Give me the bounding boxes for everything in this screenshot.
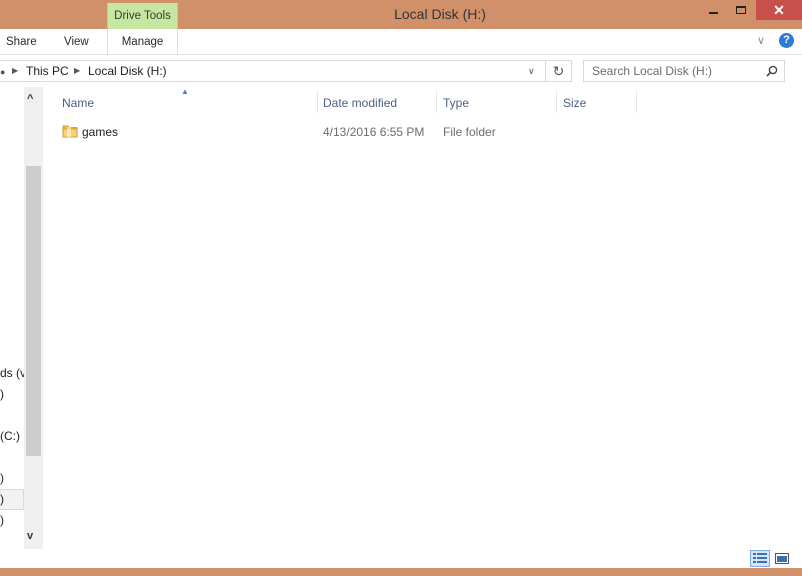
maximize-button[interactable] <box>727 0 754 20</box>
navigation-pane: ds (va ) (C:) ) ) ) ^ v <box>0 87 43 549</box>
sort-ascending-icon: ▲ <box>181 87 189 96</box>
breadcrumb-chevron-icon[interactable]: ▶ <box>12 66 18 75</box>
nav-item[interactable]: ) <box>0 492 4 506</box>
search-box[interactable]: Search Local Disk (H:) <box>583 60 785 82</box>
close-icon: ✕ <box>773 1 785 18</box>
scroll-down-icon[interactable]: v <box>27 530 33 542</box>
scroll-up-icon[interactable]: ^ <box>27 93 33 105</box>
large-icons-view-icon <box>775 553 789 564</box>
column-divider[interactable] <box>436 91 437 113</box>
folder-icon <box>62 125 78 138</box>
breadcrumb-local-disk[interactable]: Local Disk (H:) <box>88 64 167 78</box>
status-bar <box>0 549 802 568</box>
column-divider[interactable] <box>556 91 557 113</box>
search-icon[interactable] <box>766 65 778 77</box>
ribbon: Share View Manage ∨ ? <box>0 29 802 55</box>
ribbon-expand-icon[interactable]: ∨ <box>757 34 765 47</box>
nav-item[interactable]: ) <box>0 471 4 485</box>
tab-view[interactable]: View <box>64 36 89 48</box>
minimize-button[interactable] <box>700 0 727 20</box>
column-header-size[interactable]: Size <box>563 96 586 110</box>
nav-item[interactable]: (C:) <box>0 429 20 443</box>
help-icon[interactable]: ? <box>779 33 794 48</box>
drive-tools-context-tab: Drive Tools <box>107 3 178 29</box>
title-bar: Drive Tools Local Disk (H:) ✕ <box>0 0 802 29</box>
column-divider[interactable] <box>636 91 637 113</box>
column-header-date-modified[interactable]: Date modified <box>323 96 397 110</box>
scrollbar-thumb[interactable] <box>26 166 41 456</box>
details-view-button[interactable] <box>750 550 770 567</box>
column-header-type[interactable]: Type <box>443 96 469 110</box>
refresh-icon: ↻ <box>552 63 565 79</box>
minimize-icon <box>709 12 718 14</box>
nav-item[interactable]: ) <box>0 387 4 401</box>
window-bottom-border <box>0 568 802 576</box>
breadcrumb-this-pc[interactable]: This PC <box>26 64 69 78</box>
tab-share[interactable]: Share <box>6 36 37 48</box>
search-placeholder: Search Local Disk (H:) <box>592 64 713 78</box>
maximize-icon <box>735 6 746 14</box>
details-view-icon <box>753 553 767 563</box>
column-divider[interactable] <box>317 91 318 113</box>
file-date-modified: 4/13/2016 6:55 PM <box>323 125 425 139</box>
address-dropdown-icon[interactable]: ∨ <box>528 66 535 77</box>
address-row: ● ▶ This PC ▶ Local Disk (H:) ∨ ↻ Search… <box>0 55 802 87</box>
drive-tools-label: Drive Tools <box>114 10 171 22</box>
drive-icon: ● <box>0 67 6 77</box>
column-header-name[interactable]: Name <box>62 96 94 110</box>
file-list: ▲ Name Date modified Type Size games 4/1… <box>43 87 802 549</box>
window-title: Local Disk (H:) <box>394 6 486 22</box>
table-row[interactable]: games 4/13/2016 6:55 PM File folder <box>60 122 560 142</box>
tab-manage[interactable]: Manage <box>107 36 178 48</box>
file-name[interactable]: games <box>82 125 118 139</box>
nav-item[interactable]: ) <box>0 513 4 527</box>
nav-scrollbar[interactable]: ^ v <box>24 87 43 549</box>
breadcrumb-chevron-icon[interactable]: ▶ <box>74 66 80 75</box>
address-bar[interactable]: ● ▶ This PC ▶ Local Disk (H:) ∨ <box>0 60 546 82</box>
file-type: File folder <box>443 125 496 139</box>
large-icons-view-button[interactable] <box>772 550 792 567</box>
close-button[interactable]: ✕ <box>756 0 802 20</box>
explorer-body: ds (va ) (C:) ) ) ) ^ v ▲ Name Date modi… <box>0 87 802 568</box>
refresh-button[interactable]: ↻ <box>546 60 572 82</box>
